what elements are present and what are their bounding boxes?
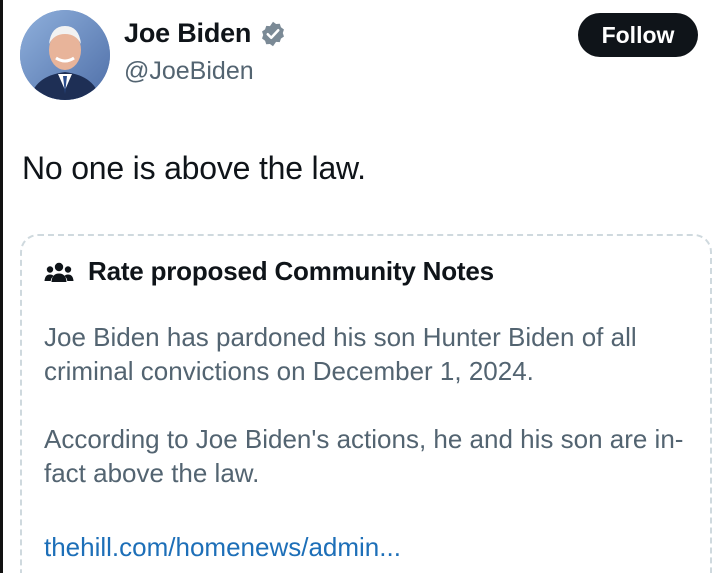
display-name[interactable]: Joe Biden <box>124 18 251 49</box>
note-paragraph: Joe Biden has pardoned his son Hunter Bi… <box>44 322 637 386</box>
name-row: Joe Biden <box>124 18 287 49</box>
people-icon <box>44 260 74 284</box>
author-block: Joe Biden @JoeBiden <box>124 18 287 86</box>
community-note-body: Joe Biden has pardoned his son Hunter Bi… <box>44 320 694 524</box>
community-note-header[interactable]: Rate proposed Community Notes <box>44 256 494 287</box>
tweet-screenshot: Joe Biden @JoeBiden Follow No one is abo… <box>0 0 719 573</box>
follow-button[interactable]: Follow <box>578 13 698 57</box>
community-note-title: Rate proposed Community Notes <box>88 256 494 286</box>
tweet-text: No one is above the law. <box>22 150 366 186</box>
avatar[interactable] <box>20 10 110 100</box>
verified-badge-icon <box>259 20 287 48</box>
profile-photo-icon <box>20 10 110 100</box>
note-paragraph: According to Joe Biden's actions, he and… <box>44 424 684 488</box>
note-source-link[interactable]: thehill.com/homenews/admin... <box>44 532 401 563</box>
community-note-card[interactable]: Rate proposed Community Notes Joe Biden … <box>20 234 712 573</box>
left-edge-bar <box>0 0 3 573</box>
user-handle[interactable]: @JoeBiden <box>124 57 287 86</box>
